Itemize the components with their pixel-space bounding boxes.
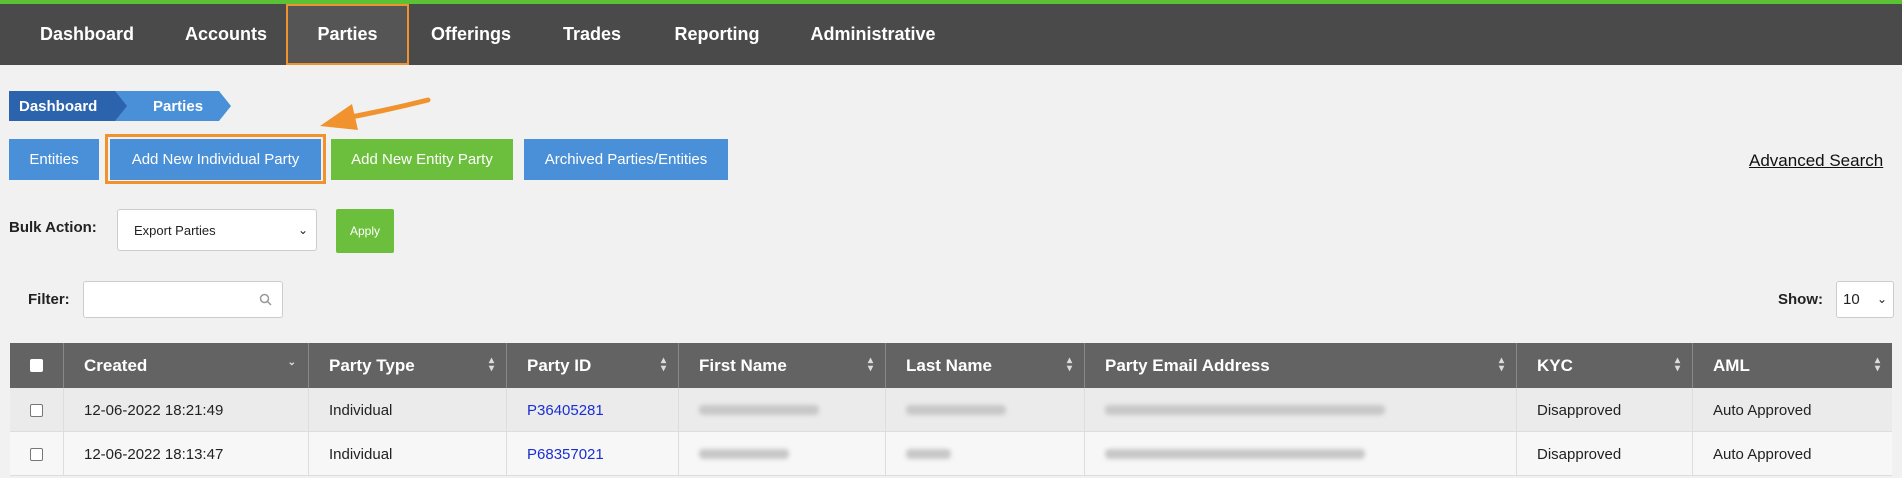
sort-icon: ▴ ▾ xyxy=(1674,355,1680,374)
filter-input[interactable] xyxy=(83,281,283,318)
top-navigation: Dashboard Accounts Parties Offerings Tra… xyxy=(0,0,1902,65)
nav-administrative[interactable]: Administrative xyxy=(798,4,948,65)
col-party-id-label: Party ID xyxy=(527,355,592,375)
sort-icon: ▴ ▾ xyxy=(1498,355,1504,374)
bulk-action-label: Bulk Action: xyxy=(9,219,97,236)
cell-party-id: P68357021 xyxy=(507,432,679,476)
cell-last-name-redacted xyxy=(886,432,1085,476)
col-last-name-label: Last Name xyxy=(906,355,992,375)
cell-created: 12-06-2022 18:21:49 xyxy=(64,388,309,432)
cell-last-name-redacted xyxy=(886,388,1085,432)
col-first-name[interactable]: First Name ▴ ▾ xyxy=(679,343,886,388)
cell-email-redacted xyxy=(1085,432,1517,476)
sort-icon: ▴ ▾ xyxy=(1874,355,1880,374)
cell-first-name-redacted xyxy=(679,432,886,476)
chevron-down-icon: ⌄ xyxy=(297,223,308,237)
breadcrumb-parties: Parties xyxy=(115,91,231,121)
party-id-link[interactable]: P36405281 xyxy=(527,402,604,419)
col-party-id[interactable]: Party ID ▴ ▾ xyxy=(507,343,679,388)
nav-accounts[interactable]: Accounts xyxy=(164,4,288,65)
table-row: 12-06-2022 18:21:49 Individual P36405281… xyxy=(10,388,1892,432)
nav-parties[interactable]: Parties xyxy=(286,4,409,65)
show-label: Show: xyxy=(1778,291,1823,308)
col-email[interactable]: Party Email Address ▴ ▾ xyxy=(1085,343,1517,388)
apply-button[interactable]: Apply xyxy=(336,209,394,253)
table-row: 12-06-2022 18:13:47 Individual P68357021… xyxy=(10,432,1892,476)
select-all-checkbox-cell[interactable] xyxy=(10,343,64,388)
cell-kyc: Disapproved xyxy=(1517,432,1693,476)
col-aml[interactable]: AML ▴ ▾ xyxy=(1693,343,1892,388)
cell-created: 12-06-2022 18:13:47 xyxy=(64,432,309,476)
cell-first-name-redacted xyxy=(679,388,886,432)
table-header: Created ⌄ Party Type ▴ ▾ Party ID ▴ ▾ Firs… xyxy=(10,343,1892,388)
breadcrumb-dashboard[interactable]: Dashboard xyxy=(9,91,127,121)
cell-party-id: P36405281 xyxy=(507,388,679,432)
bulk-action-select[interactable]: Export Parties ⌄ xyxy=(117,209,317,251)
cell-aml: Auto Approved xyxy=(1713,401,1812,419)
chevron-down-icon: ⌄ xyxy=(1876,292,1887,306)
search-icon xyxy=(259,293,272,306)
row-checkbox-cell xyxy=(10,432,64,476)
filter-label: Filter: xyxy=(28,291,70,308)
nav-reporting[interactable]: Reporting xyxy=(662,4,772,65)
sort-icon: ▴ ▾ xyxy=(488,355,494,374)
sort-desc-icon: ⌄ xyxy=(287,357,296,368)
row-checkbox[interactable] xyxy=(30,403,43,417)
col-party-type-label: Party Type xyxy=(329,355,415,375)
col-last-name[interactable]: Last Name ▴ ▾ xyxy=(886,343,1085,388)
archived-parties-button[interactable]: Archived Parties/Entities xyxy=(524,139,728,180)
sort-icon: ▴ ▾ xyxy=(1066,355,1072,374)
nav-offerings[interactable]: Offerings xyxy=(414,4,528,65)
col-created[interactable]: Created ⌄ xyxy=(64,343,309,388)
cell-party-type: Individual xyxy=(309,432,507,476)
cell-email-redacted xyxy=(1085,388,1517,432)
page-size-select[interactable]: 10 ⌄ xyxy=(1836,281,1894,318)
cell-party-type: Individual xyxy=(309,388,507,432)
parties-table: Created ⌄ Party Type ▴ ▾ Party ID ▴ ▾ Firs… xyxy=(10,343,1892,476)
row-checkbox-cell xyxy=(10,388,64,432)
advanced-search-link[interactable]: Advanced Search xyxy=(1749,151,1883,171)
select-all-checkbox[interactable] xyxy=(30,359,43,372)
annotation-arrow-icon xyxy=(320,97,431,130)
entities-button[interactable]: Entities xyxy=(9,139,99,180)
col-created-label: Created xyxy=(84,355,148,375)
add-individual-party-button[interactable]: Add New Individual Party xyxy=(110,139,321,180)
sort-icon: ▴ ▾ xyxy=(867,355,873,374)
col-first-name-label: First Name xyxy=(699,355,787,375)
cell-kyc: Disapproved xyxy=(1517,388,1693,432)
col-email-label: Party Email Address xyxy=(1105,355,1270,375)
nav-trades[interactable]: Trades xyxy=(540,4,644,65)
col-kyc[interactable]: KYC ▴ ▾ xyxy=(1517,343,1693,388)
page-size-value: 10 xyxy=(1843,291,1860,308)
row-checkbox[interactable] xyxy=(30,447,43,461)
nav-dashboard[interactable]: Dashboard xyxy=(20,4,154,65)
bulk-action-value: Export Parties xyxy=(134,222,216,238)
sort-icon: ▴ ▾ xyxy=(660,355,666,374)
col-party-type[interactable]: Party Type ▴ ▾ xyxy=(309,343,507,388)
add-entity-party-button[interactable]: Add New Entity Party xyxy=(331,139,513,180)
col-aml-label: AML xyxy=(1713,355,1750,375)
party-id-link[interactable]: P68357021 xyxy=(527,446,604,463)
col-kyc-label: KYC xyxy=(1537,355,1573,375)
cell-aml: Auto Approved xyxy=(1713,445,1812,463)
